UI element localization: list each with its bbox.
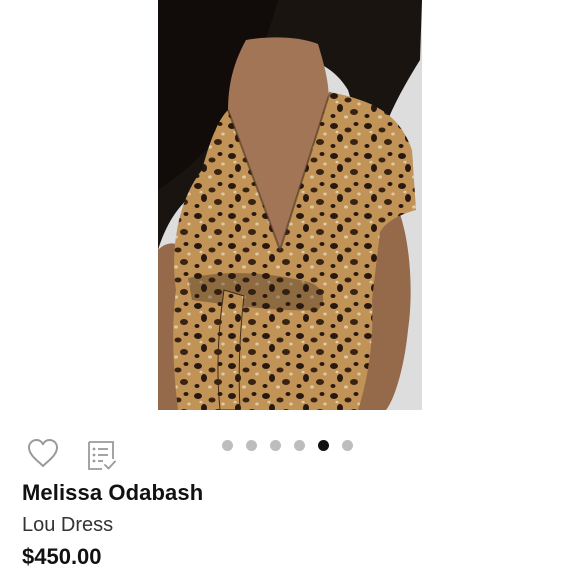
price-label: $450.00	[22, 544, 102, 569]
checklist-notes-icon	[88, 441, 116, 470]
product-photo[interactable]	[158, 0, 422, 410]
model-photo-illustration	[158, 0, 422, 410]
like-button[interactable]	[26, 437, 60, 469]
carousel-dot[interactable]	[342, 439, 353, 451]
carousel-dot[interactable]	[246, 439, 257, 451]
carousel-dot[interactable]	[222, 439, 233, 451]
item-title: Lou Dress	[22, 514, 114, 536]
notes-button[interactable]	[86, 439, 118, 473]
carousel-dot[interactable]	[270, 439, 281, 451]
brand-name[interactable]: Melissa Odabash	[22, 480, 203, 506]
heart-outline-icon	[28, 439, 58, 467]
carousel-dot-active[interactable]	[318, 439, 329, 451]
carousel-dot[interactable]	[294, 439, 305, 451]
photo-carousel-dots	[222, 439, 353, 451]
